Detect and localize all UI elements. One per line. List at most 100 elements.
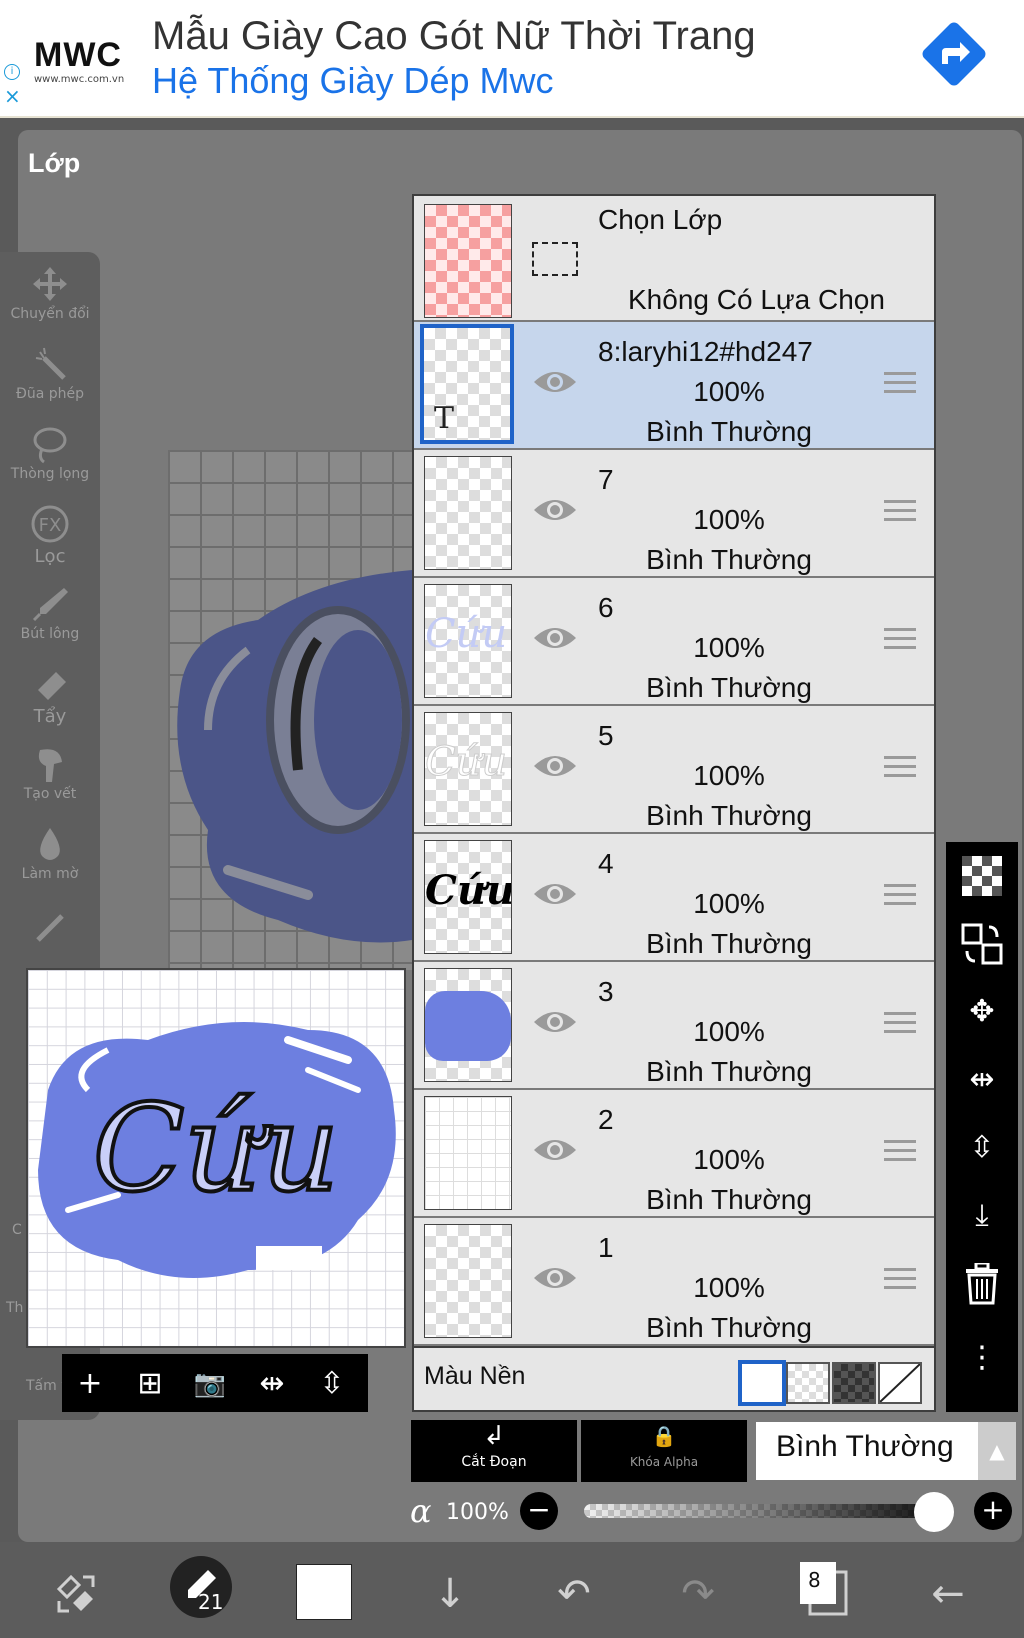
layer-blend-mode: Bình Thường: [646, 1184, 812, 1215]
background-label: Màu Nền: [424, 1362, 526, 1390]
eye-icon[interactable]: [532, 494, 578, 526]
layer-name: 1: [598, 1232, 614, 1263]
eye-icon[interactable]: [532, 1006, 578, 1038]
tool-lasso[interactable]: Thòng lọng: [0, 424, 100, 482]
flip-horizontal-icon[interactable]: ⇹: [252, 1364, 292, 1404]
layer-row[interactable]: 1 100% Bình Thường: [414, 1218, 934, 1346]
layer-thumbnail[interactable]: Cứu: [424, 840, 512, 954]
ad-close-icon[interactable]: ×: [4, 86, 21, 106]
tool-eraser[interactable]: Tẩy: [0, 664, 100, 727]
sparkle-icon: [36, 914, 64, 942]
alpha-lock-button[interactable]: 🔒 Khóa Alpha: [581, 1420, 747, 1482]
opacity-decrease-button[interactable]: −: [520, 1492, 558, 1530]
tool-magic-wand[interactable]: Đũa phép: [0, 344, 100, 402]
add-layer-icon[interactable]: ⊞: [130, 1364, 170, 1404]
layer-blend-mode: Bình Thường: [646, 672, 812, 703]
clipping-button[interactable]: ↲ Cắt Đoạn: [411, 1420, 577, 1482]
layer-thumbnail[interactable]: Cứu: [424, 712, 512, 826]
layer-thumbnail[interactable]: [424, 1096, 512, 1210]
eye-icon[interactable]: [532, 878, 578, 910]
plus-icon[interactable]: +: [70, 1364, 110, 1404]
opacity-value: 100%: [446, 1500, 509, 1525]
canvas-preview[interactable]: Cứu: [26, 968, 406, 1348]
layer-row[interactable]: T 8:laryhi12#hd247 100% Bình Thường: [414, 322, 934, 450]
layer-row[interactable]: 7 100% Bình Thường: [414, 450, 934, 578]
layer-row[interactable]: 2 100% Bình Thường: [414, 1090, 934, 1218]
drag-handle-icon[interactable]: [884, 372, 916, 396]
layer-thumbnail[interactable]: Cứu: [424, 584, 512, 698]
blend-mode-value: Bình Thường: [776, 1430, 954, 1463]
trash-icon[interactable]: [946, 1254, 1018, 1314]
merge-down-icon[interactable]: ⤓: [946, 1186, 1018, 1246]
layer-thumbnail[interactable]: T: [420, 324, 514, 444]
drag-handle-icon[interactable]: [884, 628, 916, 652]
ad-banner[interactable]: MWC www.mwc.com.vn Mẫu Giày Cao Gót Nữ T…: [0, 0, 1024, 118]
ad-info-icon[interactable]: i: [4, 64, 20, 80]
camera-icon[interactable]: 📷: [190, 1364, 230, 1404]
fx-icon: FX: [31, 505, 69, 543]
chevron-up-icon[interactable]: ▲: [978, 1422, 1016, 1480]
drag-handle-icon[interactable]: [884, 884, 916, 908]
opacity-increase-button[interactable]: +: [974, 1492, 1012, 1530]
canvas-artwork: [177, 570, 412, 943]
checker-icon[interactable]: [946, 846, 1018, 906]
eye-icon[interactable]: [532, 622, 578, 654]
more-icon[interactable]: ⋮: [946, 1328, 1018, 1388]
bg-dark-swatch[interactable]: [832, 1362, 876, 1404]
ad-title[interactable]: Mẫu Giày Cao Gót Nữ Thời Trang: [152, 14, 756, 59]
tool-extra[interactable]: [0, 904, 100, 946]
color-swatch[interactable]: [296, 1564, 352, 1620]
drag-handle-icon[interactable]: [884, 756, 916, 780]
bg-transparent-swatch[interactable]: [786, 1362, 830, 1404]
layer-thumbnail[interactable]: [424, 1224, 512, 1338]
partial-label: Th: [6, 1300, 24, 1316]
undo-icon[interactable]: ↶: [546, 1566, 602, 1622]
right-tool-rail: ✥ ⇹ ⇳ ⤓ ⋮: [946, 842, 1018, 1412]
blend-mode-select[interactable]: Bình Thường: [756, 1422, 978, 1480]
layer-row[interactable]: Cứu 6 100% Bình Thường: [414, 578, 934, 706]
drag-handle-icon[interactable]: [884, 1140, 916, 1164]
flip-icon[interactable]: ⇹: [946, 1050, 1018, 1110]
flip-vertical-icon[interactable]: ⇳: [312, 1364, 352, 1404]
layer-row[interactable]: 3 100% Bình Thường: [414, 962, 934, 1090]
ad-directions-icon[interactable]: [916, 16, 992, 92]
bg-none-swatch[interactable]: [878, 1362, 922, 1404]
lasso-icon: [33, 427, 67, 464]
layer-row[interactable]: Cứu 5 100% Bình Thường: [414, 706, 934, 834]
move-arrows-icon[interactable]: ✥: [946, 982, 1018, 1042]
layers-button[interactable]: 8: [796, 1560, 852, 1620]
tool-label: Đũa phép: [15, 386, 84, 402]
tool-smudge[interactable]: Tạo vết: [0, 744, 100, 802]
brush-size-button[interactable]: 21: [170, 1556, 232, 1618]
eye-icon[interactable]: [532, 750, 578, 782]
bg-white-swatch[interactable]: [738, 1360, 786, 1406]
tool-filter[interactable]: FX Lọc: [0, 504, 100, 567]
layer-thumbnail[interactable]: [424, 456, 512, 570]
tool-brush[interactable]: Bút lông: [0, 584, 100, 642]
layer-thumbnail[interactable]: [424, 968, 512, 1082]
tool-blur[interactable]: Làm mờ: [0, 824, 100, 882]
ad-subtitle[interactable]: Hệ Thống Giày Dép Mwc: [152, 60, 554, 102]
back-icon[interactable]: ←: [920, 1566, 976, 1622]
selection-layer-row[interactable]: Chọn Lớp Không Có Lựa Chọn: [414, 196, 934, 322]
drag-handle-icon[interactable]: [884, 1268, 916, 1292]
layer-row[interactable]: Cứu 4 100% Bình Thường: [414, 834, 934, 962]
drag-handle-icon[interactable]: [884, 500, 916, 524]
opacity-slider-thumb[interactable]: [914, 1492, 954, 1532]
opacity-slider[interactable]: [584, 1504, 932, 1518]
layer-blend-mode: Bình Thường: [646, 928, 812, 959]
eraser-icon: [38, 672, 66, 700]
arrow-down-icon[interactable]: ↓: [422, 1566, 478, 1622]
layer-name: 6: [598, 592, 614, 623]
drag-handle-icon[interactable]: [884, 1012, 916, 1036]
redo-icon[interactable]: ↷: [670, 1566, 726, 1622]
eye-icon[interactable]: [532, 1134, 578, 1166]
tool-label: Bút lông: [20, 626, 80, 642]
flip-v-icon[interactable]: ⇳: [946, 1118, 1018, 1178]
eye-icon[interactable]: [532, 366, 578, 398]
transform-icon[interactable]: [946, 914, 1018, 974]
layer-opacity: 100%: [693, 760, 765, 791]
transform-tool-icon[interactable]: [48, 1566, 104, 1622]
eye-icon[interactable]: [532, 1262, 578, 1294]
tool-transform[interactable]: Chuyển đổi: [0, 264, 100, 322]
